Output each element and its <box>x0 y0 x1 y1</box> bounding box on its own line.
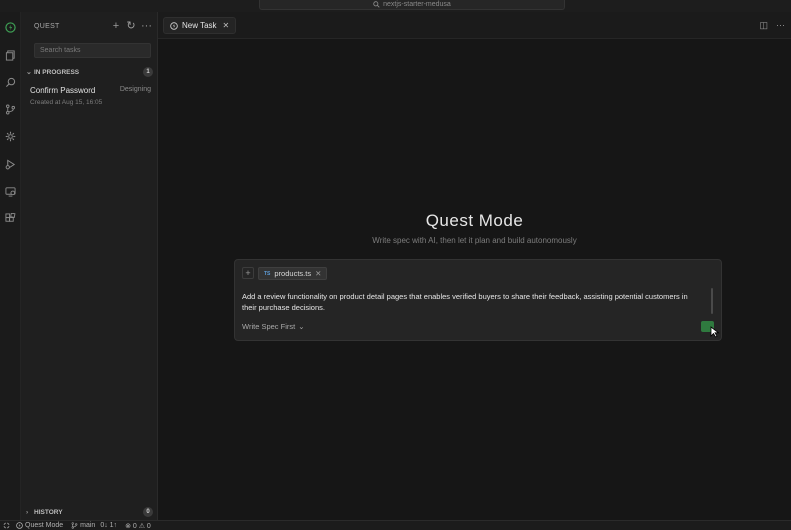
task-composer: + TS products.ts ✕ Add a review function… <box>234 259 722 341</box>
status-problems[interactable]: ⊗ 0 ⚠ 0 <box>125 522 151 530</box>
quest-mode-panel: Quest Mode Write spec with AI, then let … <box>158 39 791 520</box>
search-icon[interactable] <box>3 75 17 89</box>
remote-indicator[interactable] <box>0 522 10 529</box>
mode-dropdown-label: Write Spec First <box>242 322 296 331</box>
typescript-file-icon: TS <box>264 270 271 277</box>
tab-new-task[interactable]: New Task ✕ <box>163 17 237 34</box>
refresh-icon[interactable]: ↻ <box>126 20 136 32</box>
activity-bar <box>0 12 21 520</box>
page-subtitle: Write spec with AI, then let it plan and… <box>372 236 577 245</box>
branch-icon <box>71 522 78 529</box>
editor-tab-bar: New Task ✕ ◫ ··· <box>158 12 791 39</box>
context-file-chip[interactable]: TS products.ts ✕ <box>258 267 328 280</box>
tab-label: New Task <box>182 21 217 30</box>
sidebar-actions: + ↻ ··· <box>111 20 152 32</box>
status-mode-label: Quest Mode <box>25 522 64 529</box>
page-title: Quest Mode <box>425 211 524 230</box>
extensions-gear-icon[interactable] <box>3 129 17 143</box>
status-bar: Quest Mode main 0↓ 1↑ ⊗ 0 ⚠ 0 <box>0 520 791 530</box>
status-branch[interactable]: main 0↓ 1↑ <box>71 522 117 529</box>
split-editor-icon[interactable]: ◫ <box>759 20 768 31</box>
search-icon <box>373 1 380 8</box>
quest-icon <box>16 522 23 529</box>
task-status: Designing <box>119 86 151 93</box>
quest-icon[interactable] <box>3 20 17 34</box>
remove-chip-icon[interactable]: ✕ <box>315 269 321 278</box>
chevron-down-icon: ⌄ <box>298 322 305 331</box>
history-section-header[interactable]: › HISTORY 0 <box>26 506 153 518</box>
task-item[interactable]: Confirm Password Designing Created at Au… <box>30 86 151 106</box>
mouse-cursor-icon <box>710 326 720 338</box>
mode-dropdown[interactable]: Write Spec First ⌄ <box>242 322 305 331</box>
context-file-name: products.ts <box>274 269 312 278</box>
chevron-down-icon: ⌄ <box>26 69 32 76</box>
problems-count: ⊗ 0 ⚠ 0 <box>125 522 151 530</box>
remote-explorer-icon[interactable] <box>3 184 17 198</box>
in-progress-section-header[interactable]: ⌄ IN PROGRESS 1 <box>26 66 153 78</box>
more-options-icon[interactable]: ··· <box>141 20 152 32</box>
more-actions-icon[interactable]: ··· <box>776 20 785 31</box>
prompt-input[interactable]: Add a review functionality on product de… <box>242 291 702 313</box>
in-progress-count-badge: 1 <box>143 67 153 77</box>
run-debug-icon[interactable] <box>3 157 17 171</box>
title-bar: nextjs-starter-medusa <box>0 0 791 12</box>
search-tasks-input[interactable]: Search tasks <box>34 43 151 58</box>
explorer-icon[interactable] <box>3 48 17 62</box>
remote-icon <box>3 522 10 529</box>
sidebar-title: QUEST <box>34 23 60 30</box>
task-created-at: Created at Aug 15, 16:05 <box>30 99 103 106</box>
close-icon[interactable]: ✕ <box>223 21 230 30</box>
history-label: HISTORY <box>34 508 63 516</box>
history-count-badge: 0 <box>143 507 153 517</box>
branch-name: main <box>80 522 96 529</box>
sync-status: 0↓ 1↑ <box>100 522 118 529</box>
prompt-scrollbar[interactable] <box>711 288 713 314</box>
in-progress-label: IN PROGRESS <box>34 68 80 76</box>
chevron-right-icon: › <box>26 508 29 516</box>
status-quest-mode[interactable]: Quest Mode <box>16 522 63 529</box>
editor-actions: ◫ ··· <box>759 20 785 31</box>
command-center-search[interactable]: nextjs-starter-medusa <box>259 0 565 10</box>
quest-sidebar: QUEST + ↻ ··· Search tasks ⌄ IN PROGRESS… <box>21 12 158 520</box>
add-context-button[interactable]: + <box>242 267 254 279</box>
quest-tab-icon <box>170 21 178 30</box>
source-control-icon[interactable] <box>3 102 17 116</box>
new-task-icon[interactable]: + <box>111 20 121 32</box>
extensions-icon[interactable] <box>3 211 17 225</box>
workspace-name: nextjs-starter-medusa <box>383 1 451 8</box>
